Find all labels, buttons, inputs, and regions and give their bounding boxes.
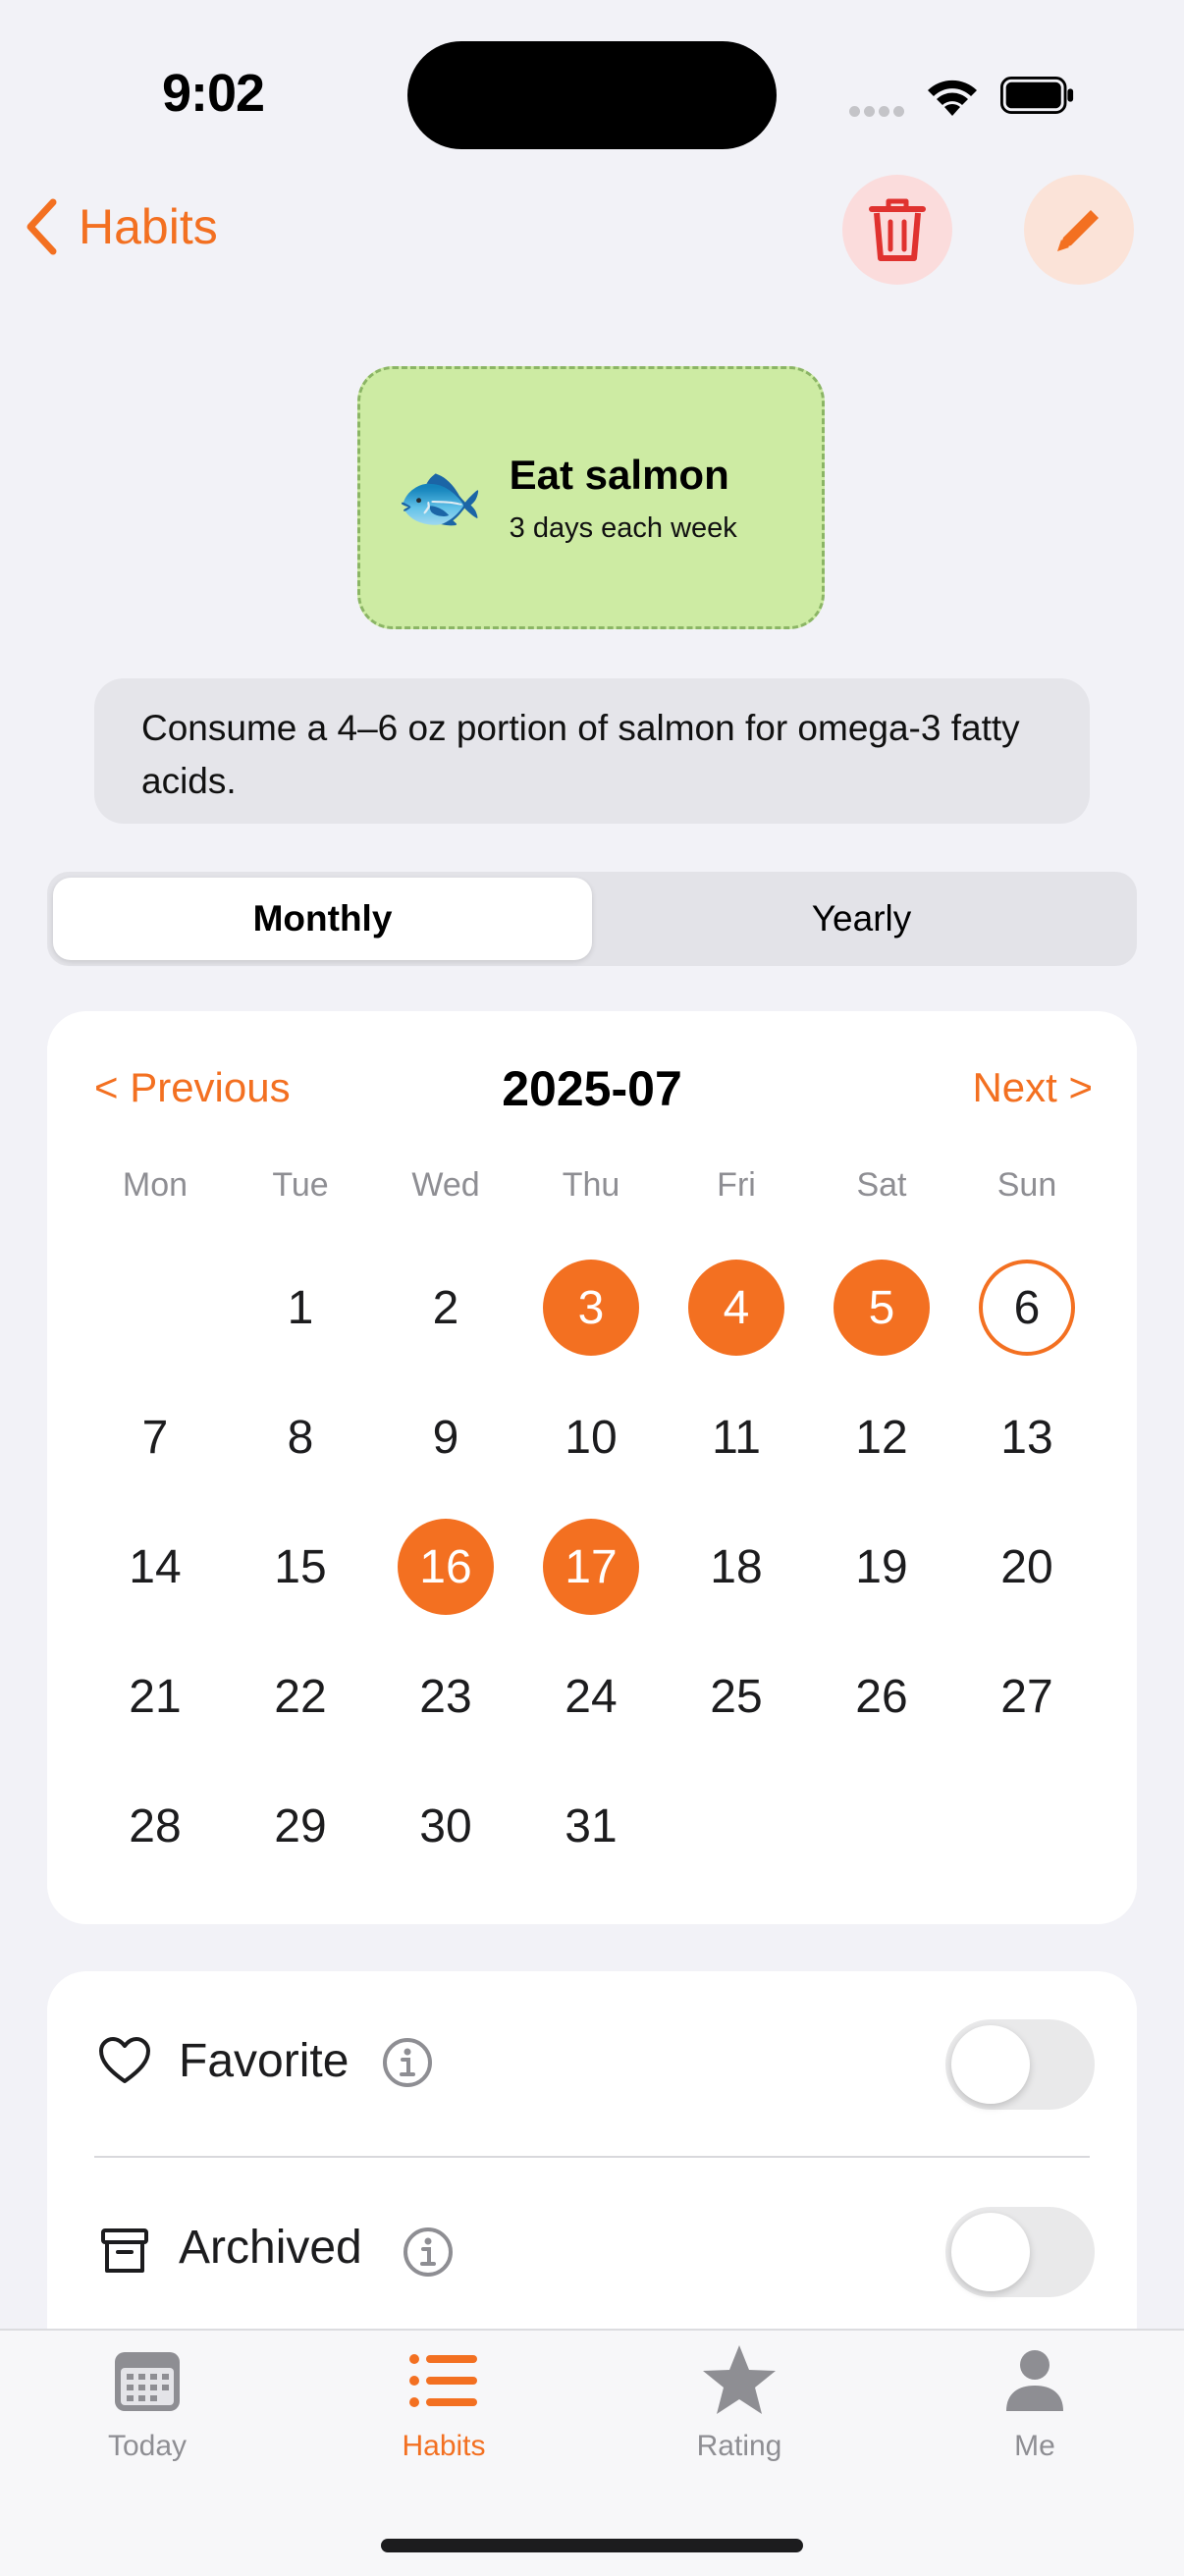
calendar-day-16[interactable]: 16 [398,1519,494,1615]
calendar-day-8[interactable]: 8 [252,1389,349,1485]
fish-icon: 🐟 [396,458,484,537]
habit-frequency: 3 days each week [509,511,737,544]
tab-rating[interactable]: Rating [641,2341,837,2463]
habit-description: Consume a 4–6 oz portion of salmon for o… [94,678,1090,824]
archive-box-icon [101,2228,148,2273]
weekday-thu: Thu [562,1166,620,1204]
trash-icon [869,198,926,261]
calendar-day-1[interactable]: 1 [252,1260,349,1356]
delete-button[interactable] [842,175,952,285]
tab-me[interactable]: Me [937,2341,1133,2463]
chevron-left-icon [27,198,57,255]
calendar-day-26[interactable]: 26 [834,1648,930,1744]
wifi-icon [928,80,977,116]
segment-yearly[interactable]: Yearly [592,878,1131,960]
tab-habits[interactable]: Habits [346,2341,542,2463]
calendar-day-19[interactable]: 19 [834,1519,930,1615]
calendar-day-15[interactable]: 15 [252,1519,349,1615]
tab-today[interactable]: Today [49,2341,245,2463]
habit-name: Eat salmon [509,451,729,498]
list-icon [409,2354,477,2407]
info-icon[interactable] [403,2227,454,2278]
calendar-day-18[interactable]: 18 [688,1519,784,1615]
next-month-button[interactable]: Next > [972,1064,1093,1111]
toggle-knob [951,2213,1030,2291]
habit-card: 🐟 Eat salmon 3 days each week [357,366,825,629]
weekday-fri: Fri [717,1166,756,1204]
settings-divider [94,2156,1090,2158]
toggle-knob [951,2025,1030,2104]
calendar-day-11[interactable]: 11 [688,1389,784,1485]
calendar-day-31[interactable]: 31 [543,1778,639,1874]
calendar-day-4[interactable]: 4 [688,1260,784,1356]
calendar-day-7[interactable]: 7 [107,1389,203,1485]
calendar-day-29[interactable]: 29 [252,1778,349,1874]
weekday-sat: Sat [856,1166,907,1204]
tab-label: Me [1014,2430,1055,2462]
calendar-day-24[interactable]: 24 [543,1648,639,1744]
person-icon [1006,2350,1063,2411]
calendar-day-6[interactable]: 6 [979,1260,1075,1356]
cellular-signal-icon [849,104,908,117]
status-time: 9:02 [162,64,265,123]
calendar-day-20[interactable]: 20 [979,1519,1075,1615]
view-segmented-control: Monthly Yearly [47,872,1137,966]
weekday-tue: Tue [272,1166,329,1204]
back-button[interactable]: Habits [24,196,218,257]
edit-button[interactable] [1024,175,1134,285]
calendar-day-28[interactable]: 28 [107,1778,203,1874]
star-icon [703,2345,776,2414]
calendar-day-17[interactable]: 17 [543,1519,639,1615]
battery-icon [999,77,1074,114]
home-indicator [381,2539,803,2552]
calendar-day-10[interactable]: 10 [543,1389,639,1485]
calendar-day-27[interactable]: 27 [979,1648,1075,1744]
heart-icon [99,2037,150,2083]
calendar-day-5[interactable]: 5 [834,1260,930,1356]
favorite-label: Favorite [179,2035,350,2087]
calendar-icon [115,2352,180,2411]
calendar-day-25[interactable]: 25 [688,1648,784,1744]
calendar-day-30[interactable]: 30 [398,1778,494,1874]
tab-label: Habits [402,2430,486,2462]
calendar-day-3[interactable]: 3 [543,1260,639,1356]
weekday-sun: Sun [996,1166,1057,1204]
weekday-mon: Mon [122,1166,188,1204]
favorite-toggle[interactable] [945,2019,1095,2110]
archived-label: Archived [179,2222,362,2274]
dynamic-island [407,41,777,149]
back-label: Habits [79,199,218,254]
archived-toggle[interactable] [945,2207,1095,2297]
calendar-day-12[interactable]: 12 [834,1389,930,1485]
tab-label: Today [107,2430,188,2462]
info-icon[interactable] [382,2037,433,2088]
calendar-day-23[interactable]: 23 [398,1648,494,1744]
calendar-day-22[interactable]: 22 [252,1648,349,1744]
pencil-icon [1057,210,1099,251]
calendar-day-21[interactable]: 21 [107,1648,203,1744]
calendar-day-9[interactable]: 9 [398,1389,494,1485]
weekday-wed: Wed [411,1166,480,1204]
calendar-day-13[interactable]: 13 [979,1389,1075,1485]
segment-monthly[interactable]: Monthly [53,878,592,960]
tab-label: Rating [696,2430,782,2462]
calendar-day-2[interactable]: 2 [398,1260,494,1356]
calendar-day-14[interactable]: 14 [107,1519,203,1615]
